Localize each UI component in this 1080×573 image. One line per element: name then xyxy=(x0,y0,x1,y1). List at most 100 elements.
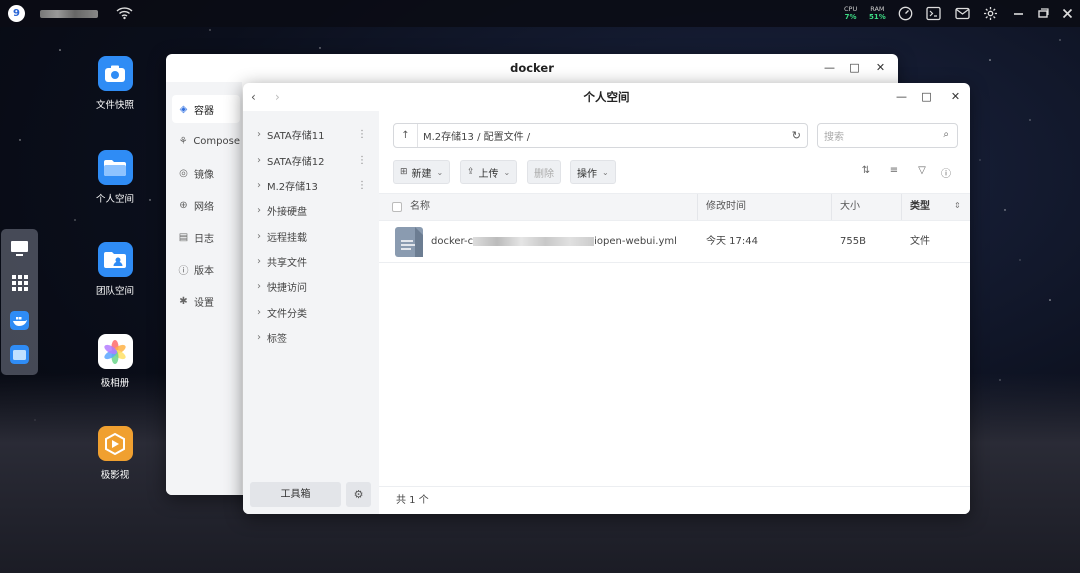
terminal-icon[interactable] xyxy=(926,6,941,21)
nav-label: Compose xyxy=(193,135,240,147)
nav-logs[interactable]: ▤ 日志 xyxy=(172,223,240,251)
chevron-right-icon: › xyxy=(257,231,261,242)
info-icon[interactable]: ⓘ xyxy=(939,165,953,180)
column-size[interactable]: 大小 xyxy=(831,194,901,220)
more-icon[interactable]: ⋮ xyxy=(357,180,367,191)
desktop-icon-personal-space[interactable]: 个人空间 xyxy=(80,150,150,205)
path-bar[interactable]: ↑ M.2存储13 / 配置文件 / ↻ xyxy=(393,123,808,148)
close-icon[interactable] xyxy=(1060,6,1075,21)
nav-containers[interactable]: ◈ 容器 xyxy=(172,95,240,123)
monitor-icon[interactable] xyxy=(10,239,29,258)
column-name[interactable]: 名称 xyxy=(410,194,430,220)
nav-images[interactable]: ◎ 镜像 xyxy=(172,159,240,187)
new-button[interactable]: ⊞ 新建 ⌄ xyxy=(393,160,451,184)
action-button[interactable]: 操作 ⌄ xyxy=(570,160,616,184)
minimize-icon[interactable] xyxy=(1011,6,1026,21)
file-icon xyxy=(395,227,423,257)
nav-label: 镜像 xyxy=(194,169,214,181)
filter-icon[interactable]: ▽ xyxy=(915,165,929,179)
app-logo[interactable]: 9 xyxy=(8,5,25,22)
sidebar-item-label: 外接硬盘 xyxy=(267,207,307,218)
nav-label: 日志 xyxy=(194,233,214,245)
sidebar-item-m2-13[interactable]: › M.2存储13 ⋮ xyxy=(243,173,379,198)
sidebar-item-shared[interactable]: › 共享文件 xyxy=(243,249,379,274)
sidebar-item-tags[interactable]: › 标签 xyxy=(243,325,379,350)
desktop-icon-file-snapshot[interactable]: 文件快照 xyxy=(80,56,150,111)
nav-version[interactable]: ⓘ 版本 xyxy=(172,255,240,283)
chevron-right-icon: › xyxy=(257,129,261,140)
sidebar-item-quick-access[interactable]: › 快捷访问 xyxy=(243,274,379,299)
blurred-file-name xyxy=(473,236,595,246)
column-modified[interactable]: 修改时间 xyxy=(697,194,831,220)
restore-icon[interactable] xyxy=(1036,6,1051,21)
folder-icon[interactable] xyxy=(10,345,29,364)
maximize-icon[interactable]: □ xyxy=(848,61,861,74)
close-icon[interactable]: ✕ xyxy=(874,61,887,74)
wifi-icon[interactable] xyxy=(116,6,133,20)
action-label: 操作 xyxy=(577,168,597,180)
nav-label: 版本 xyxy=(194,265,214,277)
sidebar-item-categories[interactable]: › 文件分类 xyxy=(243,300,379,325)
forward-icon[interactable]: › xyxy=(275,90,280,104)
nav-compose[interactable]: ⚘ Compose xyxy=(172,127,240,155)
chevron-right-icon: › xyxy=(257,256,261,267)
team-folder-icon xyxy=(97,242,133,277)
gear-icon[interactable] xyxy=(983,6,998,21)
refresh-icon[interactable]: ↻ xyxy=(792,129,801,142)
search-icon[interactable]: ⌕ xyxy=(943,129,949,140)
desktop-icon-team-space[interactable]: 团队空间 xyxy=(80,242,150,297)
desktop-icon-label: 文件快照 xyxy=(95,100,134,111)
desktop-icon-video[interactable]: 极影视 xyxy=(80,426,150,481)
file-name[interactable]: docker-c iopen-webui.yml xyxy=(431,221,677,263)
sidebar-item-remote[interactable]: › 远程挂载 xyxy=(243,224,379,249)
upload-button[interactable]: ⇪ 上传 ⌄ xyxy=(460,160,518,184)
sidebar-item-sata12[interactable]: › SATA存储12 ⋮ xyxy=(243,148,379,173)
up-arrow-icon[interactable]: ↑ xyxy=(394,124,418,147)
desktop-icon-label: 极影视 xyxy=(100,470,130,481)
path-text: M.2存储13 / 配置文件 / xyxy=(423,132,531,143)
folder-icon xyxy=(97,150,133,185)
table-row[interactable]: docker-c iopen-webui.yml 今天 17:44 755B 文件 xyxy=(379,221,970,263)
nav-label: 容器 xyxy=(194,105,214,117)
plus-icon: ⊞ xyxy=(400,167,408,177)
nav-network[interactable]: ⊕ 网络 xyxy=(172,191,240,219)
delete-button[interactable]: 删除 xyxy=(527,160,561,184)
delete-label: 删除 xyxy=(534,168,554,180)
chevron-right-icon: › xyxy=(257,205,261,216)
select-all-checkbox[interactable] xyxy=(392,202,402,212)
list-view-icon[interactable]: ≡ xyxy=(887,165,901,179)
new-label: 新建 xyxy=(411,168,432,180)
app-grid-icon[interactable] xyxy=(10,273,29,292)
more-icon[interactable]: ⋮ xyxy=(357,155,367,166)
sidebar-item-label: 标签 xyxy=(267,334,287,345)
nav-label: 设置 xyxy=(194,297,214,309)
gauge-icon[interactable] xyxy=(898,6,913,21)
cpu-usage: CPU 7% xyxy=(844,5,857,21)
docker-icon[interactable] xyxy=(10,311,29,330)
close-icon[interactable]: ✕ xyxy=(949,90,962,103)
minimize-icon[interactable]: — xyxy=(895,90,908,103)
mail-icon[interactable] xyxy=(955,6,970,21)
toolbox-button[interactable]: 工具箱 xyxy=(250,482,341,507)
sidebar-item-label: 快捷访问 xyxy=(267,283,307,294)
sort-direction-icon[interactable]: ⇕ xyxy=(954,201,961,210)
more-icon[interactable]: ⋮ xyxy=(357,129,367,140)
back-icon[interactable]: ‹ xyxy=(251,90,256,104)
sidebar-item-external[interactable]: › 外接硬盘 xyxy=(243,198,379,223)
search-input[interactable]: 搜索 ⌕ xyxy=(817,123,958,148)
cpu-label: CPU xyxy=(844,5,858,13)
ram-value: 51% xyxy=(869,13,886,21)
sidebar-item-sata11[interactable]: › SATA存储11 ⋮ xyxy=(243,122,379,147)
maximize-icon[interactable]: □ xyxy=(920,90,933,103)
gear-icon[interactable]: ⚙ xyxy=(346,482,371,507)
window-title: 个人空间 xyxy=(583,90,630,104)
chevron-down-icon: ⌄ xyxy=(602,167,609,177)
desktop-icon-photos[interactable]: 极相册 xyxy=(80,334,150,389)
sort-icon[interactable]: ⇅ xyxy=(859,165,873,179)
chevron-right-icon: › xyxy=(257,332,261,343)
gear-icon: ✱ xyxy=(179,295,188,307)
chevron-down-icon: ⌄ xyxy=(503,167,511,177)
nav-settings[interactable]: ✱ 设置 xyxy=(172,287,240,315)
minimize-icon[interactable]: — xyxy=(823,61,836,74)
sidebar-item-label: SATA存储11 xyxy=(267,131,325,142)
